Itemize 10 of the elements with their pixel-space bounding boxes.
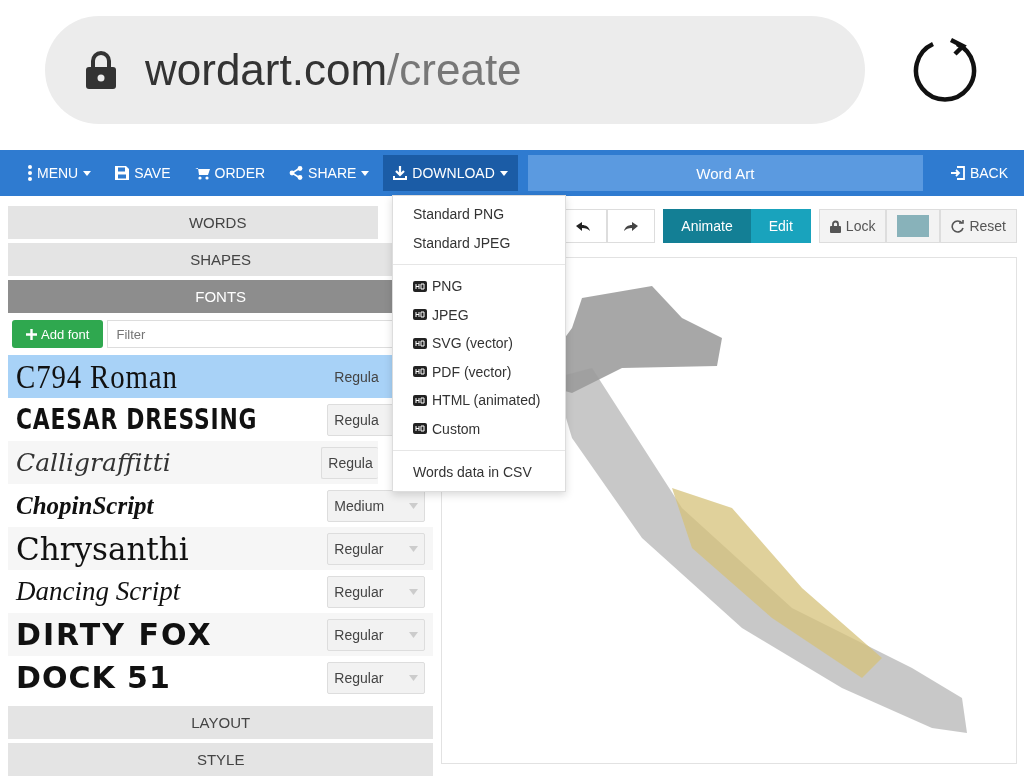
font-name: Chrysanthi: [16, 530, 189, 567]
url-host: wordart.com: [145, 45, 388, 95]
url-path: /create: [387, 45, 522, 95]
font-name: ChopinScript: [16, 491, 154, 520]
font-name: Calligraffitti: [16, 448, 171, 477]
font-name: DIRTY FOX: [16, 617, 213, 652]
font-name: Dancing Script: [16, 576, 181, 607]
font-name: CAESAR DRESSING: [16, 403, 258, 436]
font-name: DOCK 51: [16, 660, 171, 695]
font-name: C794 Roman: [16, 357, 178, 396]
